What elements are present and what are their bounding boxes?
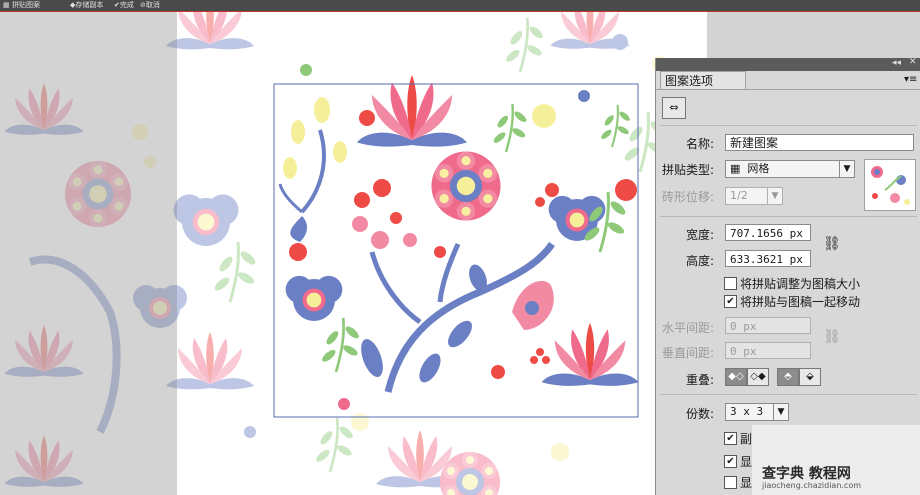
show-swatch-bounds-label: 显 — [740, 476, 753, 490]
pattern-name-field[interactable]: 新建图案 — [725, 134, 914, 151]
v-spacing-label: 垂直间距: — [662, 346, 715, 360]
move-with-art-label: 将拼贴与图稿一起移动 — [740, 295, 861, 309]
tab-pattern-options[interactable]: 图案选项 — [660, 71, 746, 90]
tile-preview-thumbnail — [864, 159, 916, 211]
h-spacing-label: 水平间距: — [662, 321, 715, 335]
overlap-label: 重叠: — [686, 373, 715, 387]
chevron-down-icon: ▼ — [773, 404, 788, 420]
dim-copies-checkbox[interactable]: ✔ — [724, 432, 737, 445]
grid-tile-icon: ▦ — [730, 162, 741, 175]
brick-offset-select[interactable]: 1/2 ▼ — [725, 187, 783, 205]
overlap-right-front-button[interactable]: ◇◆ — [747, 368, 769, 386]
panel-menu-icon[interactable]: ▾≡ — [904, 74, 917, 85]
width-label: 宽度: — [686, 228, 715, 242]
height-field[interactable]: 633.3621 px — [725, 250, 811, 267]
tile-type-label: 拼贴类型: — [662, 163, 715, 177]
overlap-bottom-front-button[interactable]: ⬙ — [799, 368, 821, 386]
save-copy-button[interactable]: ◆ 存储副本 — [70, 0, 103, 11]
link-dimensions-icon[interactable]: ⛓ — [823, 236, 841, 252]
height-label: 高度: — [686, 254, 715, 268]
show-tile-edge-checkbox[interactable]: ✔ — [724, 455, 737, 468]
close-icon[interactable]: ✕ — [909, 57, 917, 67]
panel-titlebar[interactable]: ◂◂ ✕ — [656, 57, 920, 71]
link-spacing-icon[interactable]: ⛓ — [823, 329, 841, 345]
collapse-icon[interactable]: ◂◂ — [892, 58, 901, 68]
brick-offset-label: 砖形位移: — [662, 190, 715, 204]
done-button[interactable]: ✔ 完成 — [114, 0, 134, 11]
top-control-bar: ▦ 拼贴图案 ◆ 存储副本 ✔ 完成 ⊘ 取消 — [0, 0, 920, 12]
h-spacing-field[interactable]: 0 px — [725, 317, 811, 334]
v-spacing-field[interactable]: 0 px — [725, 342, 811, 359]
tile-type-select[interactable]: ▦ 网格 ▼ — [725, 160, 855, 178]
show-tile-edge-label: 显 — [740, 455, 753, 469]
chevron-down-icon: ▼ — [767, 188, 782, 204]
pattern-mode-label: 拼贴图案 — [12, 1, 40, 9]
width-field[interactable]: 707.1656 px — [725, 224, 811, 241]
show-swatch-bounds-checkbox[interactable] — [724, 476, 737, 489]
dim-copies-label: 副 — [740, 432, 753, 446]
copies-select[interactable]: 3 x 3 ▼ — [725, 403, 789, 421]
move-with-art-checkbox[interactable]: ✔ — [724, 295, 737, 308]
copies-label: 份数: — [686, 407, 715, 421]
size-to-art-checkbox[interactable] — [724, 277, 737, 290]
watermark-url: jiaocheng.chazidian.com — [762, 481, 862, 490]
chevron-down-icon: ▼ — [839, 161, 854, 177]
overlap-left-front-button[interactable]: ◆◇ — [725, 368, 747, 386]
overlap-top-front-button[interactable]: ⬘ — [777, 368, 799, 386]
size-to-art-label: 将拼贴调整为图稿大小 — [740, 277, 861, 291]
name-label: 名称: — [686, 137, 715, 151]
grid-icon: ▦ — [3, 1, 10, 9]
tile-editing-tool-button[interactable]: ⇔ — [662, 97, 686, 119]
cancel-button[interactable]: ⊘ 取消 — [140, 0, 160, 11]
watermark-text: 查字典 教程网 — [762, 466, 851, 482]
